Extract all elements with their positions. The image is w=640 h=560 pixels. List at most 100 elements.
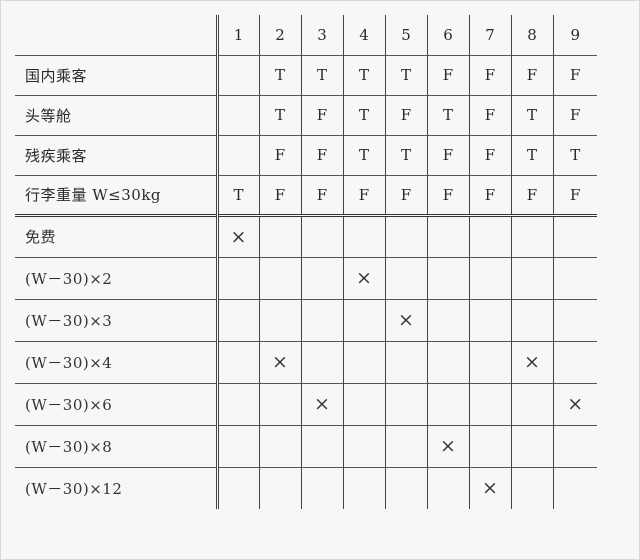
action-mark-cell [300, 466, 343, 509]
action-mark-cell [384, 466, 427, 509]
action-mark-cell [426, 256, 469, 299]
condition-value-cell: T [300, 54, 343, 95]
action-mark-cell [215, 298, 259, 341]
action-mark-cell [342, 382, 385, 425]
condition-value-cell: F [426, 134, 469, 175]
action-mark-cell [258, 298, 301, 341]
decision-table: 1 2 3 4 5 6 7 8 9 国内乘客 T T T T F F F F 头等舱 T F T F T F T F 残疾乘客 F F T T… [15, 15, 597, 509]
action-mark-cell: × [342, 256, 385, 299]
action-mark-cell [510, 298, 553, 341]
action-mark-cell [384, 340, 427, 383]
condition-value-cell: F [426, 54, 469, 95]
action-mark-cell: × [552, 382, 597, 425]
action-row: (W－30)×6 × × [15, 382, 597, 425]
action-mark-cell [552, 213, 597, 257]
condition-value-cell: T [215, 174, 259, 215]
condition-value-cell: F [384, 174, 427, 215]
rule-number-cell: 5 [384, 15, 427, 55]
action-mark-cell [426, 340, 469, 383]
action-mark-cell [258, 466, 301, 509]
action-mark-cell [468, 213, 511, 257]
rule-number-cell: 6 [426, 15, 469, 55]
action-mark-cell [468, 340, 511, 383]
condition-value-cell: T [552, 134, 597, 175]
condition-value-cell: T [510, 94, 553, 135]
action-mark-cell [510, 382, 553, 425]
action-mark-cell [300, 256, 343, 299]
action-mark-cell [215, 466, 259, 509]
action-label: 免费 [15, 213, 217, 257]
action-label: (W－30)×3 [15, 298, 217, 341]
action-mark-cell [468, 382, 511, 425]
action-mark-cell [342, 298, 385, 341]
condition-value-cell: F [468, 134, 511, 175]
header-corner-cell [15, 15, 217, 55]
action-mark-cell [510, 256, 553, 299]
condition-value-cell: F [300, 134, 343, 175]
condition-value-cell: T [342, 134, 385, 175]
action-mark-cell [384, 213, 427, 257]
action-mark-cell [300, 298, 343, 341]
action-mark-cell [342, 424, 385, 467]
condition-row: 头等舱 T F T F T F T F [15, 94, 597, 135]
action-mark-cell [552, 340, 597, 383]
condition-value-cell: F [384, 94, 427, 135]
action-mark-cell [300, 340, 343, 383]
document-page: 1 2 3 4 5 6 7 8 9 国内乘客 T T T T F F F F 头等舱 T F T F T F T F 残疾乘客 F F T T… [0, 0, 640, 560]
condition-value-cell: F [552, 54, 597, 95]
condition-value-cell: F [342, 174, 385, 215]
condition-value-cell: F [552, 174, 597, 215]
action-mark-cell [510, 466, 553, 509]
action-mark-cell: × [258, 340, 301, 383]
rule-number-cell: 9 [552, 15, 597, 55]
condition-value-cell: T [426, 94, 469, 135]
action-mark-cell: × [215, 213, 259, 257]
condition-value-cell: F [258, 174, 301, 215]
condition-value-cell: T [258, 94, 301, 135]
action-mark-cell: × [384, 298, 427, 341]
action-mark-cell [258, 424, 301, 467]
action-mark-cell [510, 424, 553, 467]
action-mark-cell [426, 213, 469, 257]
action-mark-cell [300, 424, 343, 467]
condition-value-cell [215, 54, 259, 95]
action-mark-cell [342, 340, 385, 383]
action-label: (W－30)×4 [15, 340, 217, 383]
action-mark-cell [552, 256, 597, 299]
action-label: (W－30)×6 [15, 382, 217, 425]
condition-value-cell: F [552, 94, 597, 135]
action-mark-cell [468, 298, 511, 341]
action-row: (W－30)×3 × [15, 298, 597, 341]
action-mark-cell [342, 213, 385, 257]
action-label: (W－30)×8 [15, 424, 217, 467]
action-mark-cell [426, 298, 469, 341]
condition-value-cell: F [510, 174, 553, 215]
rule-number-cell: 1 [215, 15, 259, 55]
action-mark-cell [468, 256, 511, 299]
rule-number-cell: 4 [342, 15, 385, 55]
rule-number-cell: 8 [510, 15, 553, 55]
action-mark-cell [215, 424, 259, 467]
action-mark-cell: × [300, 382, 343, 425]
action-mark-cell [342, 466, 385, 509]
action-mark-cell [384, 382, 427, 425]
action-mark-cell [384, 256, 427, 299]
condition-value-cell: T [342, 94, 385, 135]
condition-value-cell: F [300, 174, 343, 215]
condition-value-cell: T [384, 134, 427, 175]
condition-label: 行李重量 W≤30kg [15, 174, 217, 215]
condition-value-cell: F [468, 174, 511, 215]
action-row: (W－30)×4 × × [15, 340, 597, 383]
condition-value-cell [215, 94, 259, 135]
action-mark-cell [215, 256, 259, 299]
condition-value-cell: T [342, 54, 385, 95]
condition-label: 头等舱 [15, 94, 217, 135]
condition-value-cell [215, 134, 259, 175]
action-mark-cell: × [510, 340, 553, 383]
action-mark-cell [468, 424, 511, 467]
action-row: 免费 × [15, 213, 597, 257]
action-row: (W－30)×12 × [15, 466, 597, 509]
rule-number-cell: 2 [258, 15, 301, 55]
action-mark-cell: × [468, 466, 511, 509]
rule-number-cell: 7 [468, 15, 511, 55]
